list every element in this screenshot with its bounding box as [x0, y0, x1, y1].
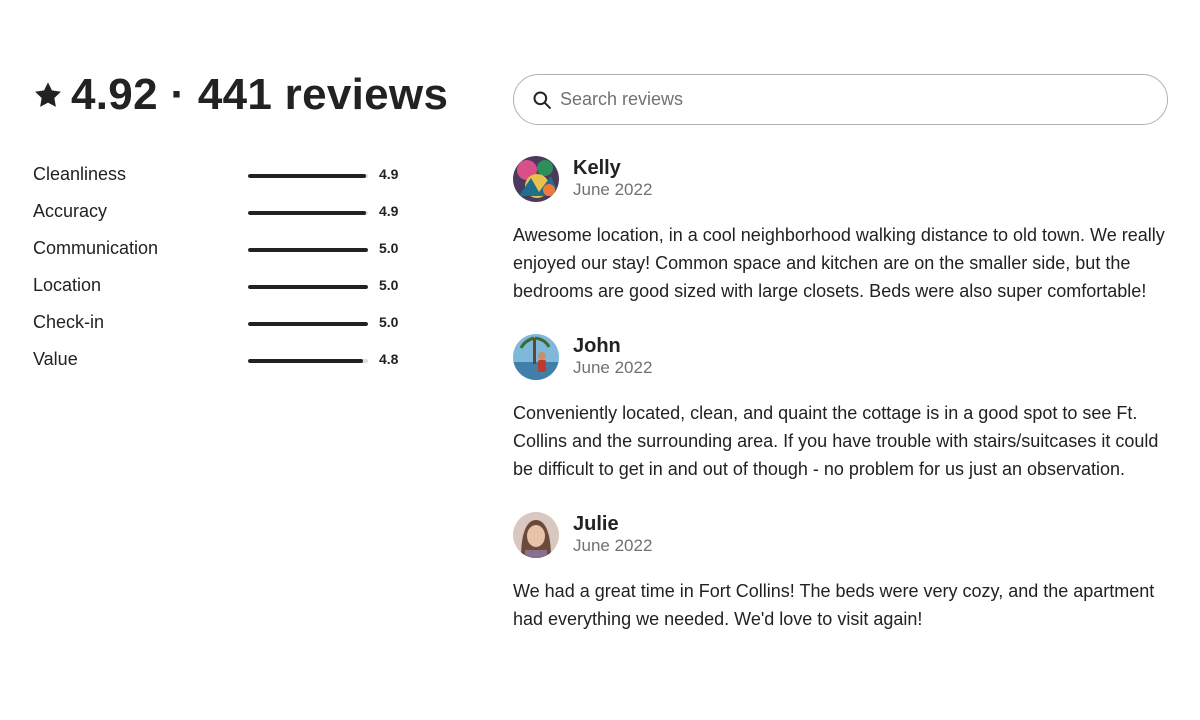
review-date: June 2022 [573, 180, 653, 199]
avatar[interactable] [513, 156, 559, 202]
rating-label: Check-in [33, 312, 105, 332]
reviewer-info: Kelly June 2022 [573, 157, 652, 201]
rating-label: Location [33, 275, 102, 295]
rating-value: 5.0 [379, 314, 399, 330]
rating-bar-fill [248, 248, 368, 252]
reviewer-info: John June 2022 [573, 335, 652, 379]
rating-bar-fill [248, 174, 366, 178]
rating-bar [248, 285, 368, 289]
rating-label: Accuracy [33, 201, 108, 221]
rating-bar [248, 211, 368, 215]
reviewer-name: John [573, 335, 621, 357]
search-reviews-box[interactable] [513, 74, 1168, 125]
reviews-list: Kelly June 2022 Awesome location, in a c… [513, 155, 1173, 633]
avatar[interactable] [513, 512, 559, 558]
rating-row-check-in: Check-in 5.0 [33, 306, 413, 343]
rating-summary: 4.92 · 441 reviews Cleanliness 4.9 Accur… [33, 68, 448, 380]
review-text: Conveniently located, clean, and quaint … [513, 403, 1159, 479]
rating-bar [248, 322, 368, 326]
rating-bar-fill [248, 359, 364, 363]
rating-row-cleanliness: Cleanliness 4.9 [33, 158, 413, 195]
review-header: Kelly June 2022 [513, 155, 1173, 203]
avatar[interactable] [513, 334, 559, 380]
category-ratings: Cleanliness 4.9 Accuracy 4.9 Communicati… [33, 158, 413, 380]
rating-value: 4.8 [379, 351, 399, 367]
review-item: Kelly June 2022 Awesome location, in a c… [513, 155, 1173, 305]
rating-value: 4.9 [379, 166, 399, 182]
rating-value: 4.9 [379, 203, 399, 219]
rating-row-communication: Communication 5.0 [33, 232, 413, 269]
review-date: June 2022 [573, 358, 653, 377]
reviewer-info: Julie June 2022 [573, 513, 652, 557]
rating-bar-fill [248, 285, 368, 289]
review-header: Julie June 2022 [513, 511, 1173, 559]
review-text: We had a great time in Fort Collins! The… [513, 581, 1155, 629]
rating-label: Cleanliness [33, 164, 127, 184]
rating-row-location: Location 5.0 [33, 269, 413, 306]
rating-row-value: Value 4.8 [33, 343, 413, 380]
review-item: John June 2022 Conveniently located, cle… [513, 333, 1173, 483]
rating-row-accuracy: Accuracy 4.9 [33, 195, 413, 232]
reviewer-name: Kelly [573, 157, 621, 179]
search-reviews-input[interactable] [560, 89, 1120, 110]
rating-headline: 4.92 · 441 reviews [33, 68, 448, 122]
rating-label: Communication [33, 238, 159, 258]
review-header: John June 2022 [513, 333, 1173, 381]
rating-bar [248, 248, 368, 252]
rating-bar [248, 359, 368, 363]
rating-value: 5.0 [379, 277, 399, 293]
rating-bar-fill [248, 211, 366, 215]
review-text: Awesome location, in a cool neighborhood… [513, 225, 1165, 301]
reviewer-name: Julie [573, 513, 619, 535]
rating-label: Value [33, 349, 78, 369]
search-icon [532, 90, 552, 110]
review-date: June 2022 [573, 536, 653, 555]
rating-headline-text: 4.92 · 441 reviews [71, 70, 449, 119]
rating-value: 5.0 [379, 240, 399, 256]
review-item: Julie June 2022 We had a great time in F… [513, 511, 1173, 633]
rating-bar [248, 174, 368, 178]
rating-bar-fill [248, 322, 368, 326]
star-icon [33, 80, 63, 110]
